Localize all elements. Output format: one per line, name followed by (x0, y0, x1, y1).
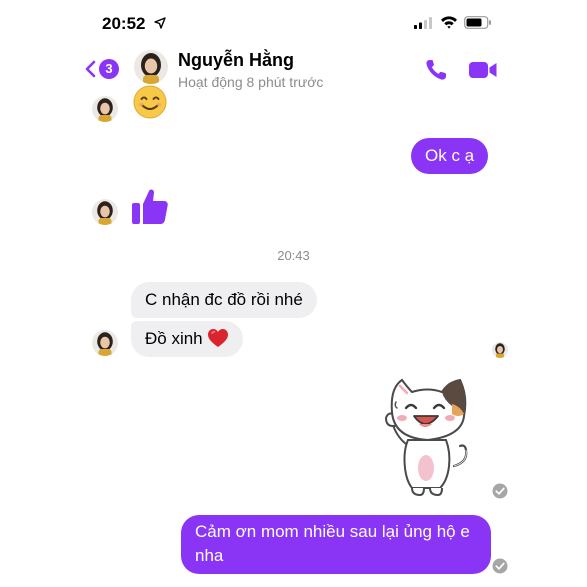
incoming-message-text: Đồ xinh (145, 329, 203, 348)
phone-icon[interactable] (424, 58, 450, 82)
incoming-message[interactable]: C nhận đc đồ rồi nhé (131, 282, 317, 318)
location-arrow-icon (154, 17, 166, 29)
sender-avatar[interactable] (92, 330, 118, 356)
sender-avatar[interactable] (92, 96, 118, 122)
signal-icon (414, 17, 432, 29)
contact-avatar[interactable] (134, 50, 168, 84)
status-time: 20:52 (102, 14, 146, 33)
cat-sticker[interactable] (382, 374, 476, 498)
smiling-face-icon (133, 85, 167, 119)
outgoing-message[interactable]: Cảm ơn mom nhiều sau lại ủng hộ e nha (181, 515, 491, 574)
wifi-icon (441, 16, 457, 29)
heart-icon (207, 329, 228, 347)
message-timestamp: 20:43 (277, 248, 310, 263)
thumbs-up-icon[interactable] (131, 186, 169, 226)
unread-count-badge[interactable]: 3 (99, 59, 119, 79)
incoming-message[interactable]: Đồ xinh (131, 321, 243, 357)
messenger-chat-screen: 20:52 3 Nguyễn Hằng Hoạt động 8 phút trư… (72, 0, 515, 587)
check-circle-icon (492, 483, 508, 499)
contact-active-status: Hoạt động 8 phút trước (178, 74, 324, 90)
outgoing-message[interactable]: Ok c ạ (411, 138, 489, 174)
battery-icon (464, 16, 491, 29)
sender-avatar[interactable] (92, 199, 118, 225)
video-camera-icon[interactable] (468, 60, 498, 80)
contact-name[interactable]: Nguyễn Hằng (178, 50, 294, 71)
chevron-left-icon[interactable] (84, 60, 96, 78)
seen-avatar (492, 342, 508, 358)
check-circle-icon (492, 558, 508, 574)
status-bar: 20:52 (72, 0, 515, 44)
